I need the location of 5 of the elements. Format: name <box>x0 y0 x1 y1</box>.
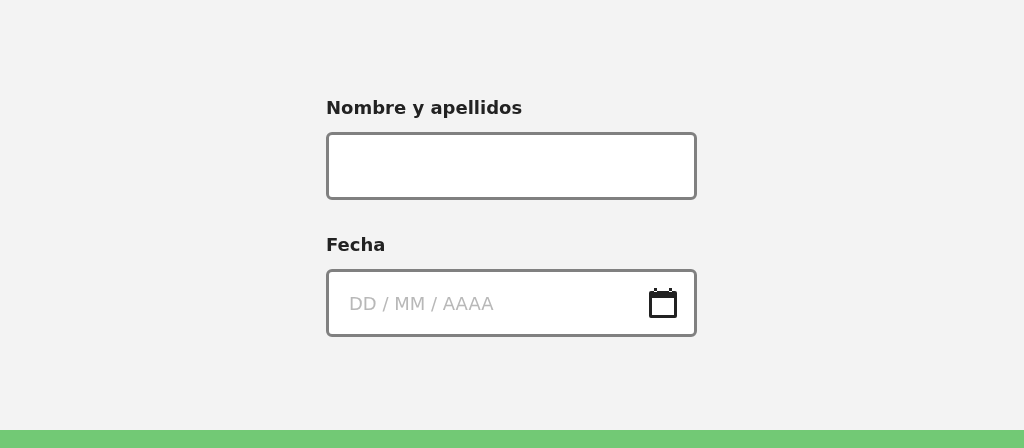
field-label: Fecha <box>326 233 386 257</box>
field-label: Nombre y apellidos <box>326 96 523 120</box>
input-field[interactable] <box>326 132 697 200</box>
calendar-icon[interactable] <box>648 287 678 319</box>
date-field[interactable]: DD / MM / AAAA <box>326 269 697 337</box>
